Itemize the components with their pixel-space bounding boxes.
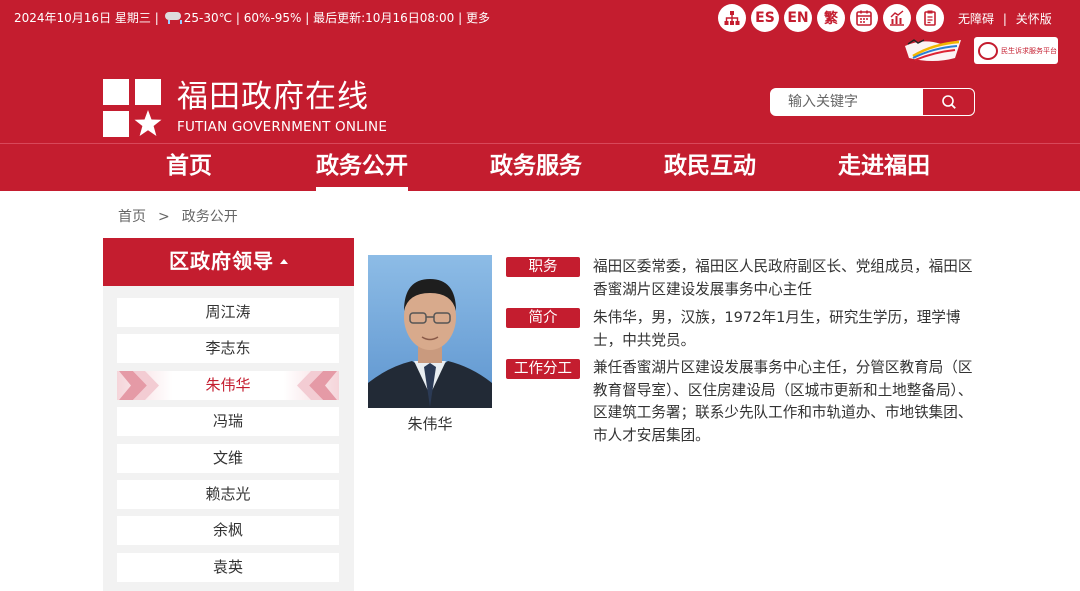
nav-item-gov-affairs[interactable]: 政务公开 bbox=[316, 144, 408, 191]
site-title: 福田政府在线 bbox=[177, 79, 369, 115]
site-logo[interactable] bbox=[103, 79, 162, 137]
sidebar-title[interactable]: 区政府领导 bbox=[103, 238, 354, 286]
more-link[interactable]: 更多 bbox=[466, 10, 490, 26]
nav-item-interaction[interactable]: 政民互动 bbox=[664, 144, 756, 191]
duties-label: 工作分工 bbox=[506, 359, 580, 379]
caret-up-icon bbox=[280, 259, 288, 264]
sidebar-item-leader[interactable]: 周江涛 bbox=[117, 298, 339, 327]
sidebar-item-leader[interactable]: 赖志光 bbox=[117, 479, 339, 509]
nav-item-gov-services[interactable]: 政务服务 bbox=[490, 144, 582, 191]
sidebar-item-leader-active[interactable]: 朱伟华 bbox=[117, 370, 339, 400]
date-text: 2024年10月16日 星期三 | bbox=[14, 11, 159, 25]
service-platform-badge[interactable]: 民生诉求服务平台 bbox=[974, 37, 1058, 64]
traditional-chinese-button[interactable]: 繁 bbox=[817, 4, 845, 32]
leader-sidebar: 区政府领导 周江涛 李志东 朱伟华 冯瑞 文维 赖志光 余枫 袁英 bbox=[103, 238, 354, 591]
calendar-icon[interactable] bbox=[850, 4, 878, 32]
weather-text: 25-30℃ | 60%-95% | 最后更新:10月16日08:00 | bbox=[183, 11, 463, 25]
search-box bbox=[770, 88, 975, 116]
main-nav: 首页 政务公开 政务服务 政民互动 走进福田 bbox=[0, 143, 1080, 191]
elder-mode-link[interactable]: 关怀版 bbox=[1016, 12, 1052, 26]
site-subtitle: FUTIAN GOVERNMENT ONLINE bbox=[177, 119, 388, 135]
leader-list: 周江涛 李志东 朱伟华 冯瑞 文维 赖志光 余枫 袁英 bbox=[117, 298, 339, 589]
arrow-right-icon bbox=[119, 370, 159, 400]
info-bar: 2024年10月16日 星期三 | 25-30℃ | 60%-95% | 最后更新… bbox=[14, 10, 490, 26]
cloud-rain-icon bbox=[163, 10, 183, 24]
sidebar-item-leader[interactable]: 冯瑞 bbox=[117, 407, 339, 437]
barrier-free-link[interactable]: 无障碍 bbox=[958, 12, 994, 26]
breadcrumb-current[interactable]: 政务公开 bbox=[182, 209, 238, 225]
bio-label: 简介 bbox=[506, 308, 580, 328]
english-button[interactable]: EN bbox=[784, 4, 812, 32]
clipboard-icon[interactable] bbox=[916, 4, 944, 32]
star-icon bbox=[134, 110, 162, 136]
search-icon bbox=[942, 95, 956, 109]
search-button[interactable] bbox=[923, 89, 974, 115]
tool-icons: ES EN 繁 bbox=[718, 4, 944, 32]
sidebar-item-leader[interactable]: 李志东 bbox=[117, 334, 339, 364]
search-input[interactable] bbox=[771, 89, 923, 115]
spanish-button[interactable]: ES bbox=[751, 4, 779, 32]
sidebar-item-leader[interactable]: 文维 bbox=[117, 443, 339, 473]
leader-photo bbox=[368, 255, 492, 408]
nav-item-about-futian[interactable]: 走进福田 bbox=[838, 144, 930, 191]
breadcrumb-home[interactable]: 首页 bbox=[118, 209, 146, 225]
arrow-left-icon bbox=[297, 370, 337, 400]
duties-text: 兼任香蜜湖片区建设发展事务中心主任，分管区教育局（区教育督导室）、区住房建设局（… bbox=[593, 359, 973, 444]
breadcrumb-separator: > bbox=[158, 209, 170, 225]
position-label: 职务 bbox=[506, 257, 580, 277]
photo-caption: 朱伟华 bbox=[407, 415, 453, 433]
breadcrumb: 首页 > 政务公开 bbox=[118, 206, 238, 226]
nav-item-home[interactable]: 首页 bbox=[166, 144, 212, 191]
platform-logo-icon bbox=[978, 41, 998, 60]
sidebar-item-leader[interactable]: 余枫 bbox=[117, 516, 339, 546]
government-emblem-badge[interactable] bbox=[903, 36, 965, 64]
bio-text: 朱伟华，男，汉族，1972年1月生，研究生学历，理学博士，中共党员。 bbox=[593, 309, 961, 349]
position-text: 福田区委常委，福田区人民政府副区长、党组成员，福田区香蜜湖片区建设发展事务中心主… bbox=[593, 258, 973, 298]
accessibility-links: 无障碍 | 关怀版 bbox=[958, 10, 1052, 27]
divider: | bbox=[1002, 12, 1007, 26]
sitemap-icon[interactable] bbox=[718, 4, 746, 32]
site-header: 2024年10月16日 星期三 | 25-30℃ | 60%-95% | 最后更新… bbox=[0, 0, 1080, 143]
chart-icon[interactable] bbox=[883, 4, 911, 32]
sidebar-item-leader[interactable]: 袁英 bbox=[117, 552, 339, 582]
